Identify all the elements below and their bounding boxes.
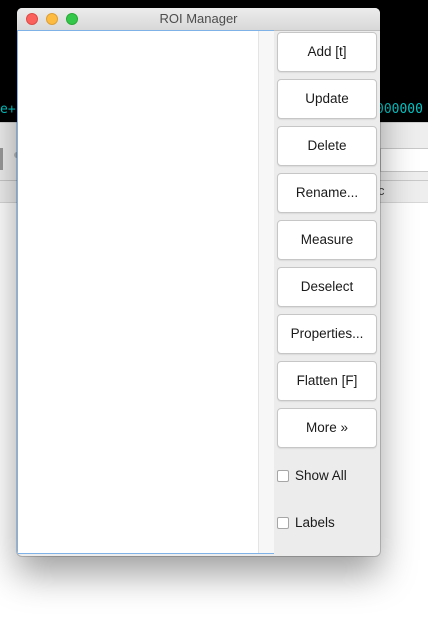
background-text-left: e+ — [0, 102, 16, 117]
show-all-label: Show All — [295, 468, 347, 483]
window-title: ROI Manager — [159, 11, 238, 26]
labels-checkbox[interactable] — [277, 517, 289, 529]
background-input-field[interactable] — [380, 148, 428, 172]
deselect-button[interactable]: Deselect — [277, 267, 377, 307]
title-bar[interactable]: ROI Manager — [17, 8, 380, 31]
show-all-checkbox[interactable] — [277, 470, 289, 482]
more-button[interactable]: More » — [277, 408, 377, 448]
flatten-button[interactable]: Flatten [F] — [277, 361, 377, 401]
roi-list-scrollbar[interactable] — [258, 31, 274, 553]
roi-list[interactable] — [17, 30, 274, 554]
background-control — [0, 148, 3, 170]
update-button[interactable]: Update — [277, 79, 377, 119]
labels-label: Labels — [295, 515, 335, 530]
roi-manager-window: ROI Manager Add [t] Update Delete Rename… — [17, 8, 380, 556]
properties-button[interactable]: Properties... — [277, 314, 377, 354]
delete-button[interactable]: Delete — [277, 126, 377, 166]
add-button[interactable]: Add [t] — [277, 32, 377, 72]
measure-button[interactable]: Measure — [277, 220, 377, 260]
rename-button[interactable]: Rename... — [277, 173, 377, 213]
background-text-right: 000000 — [376, 102, 423, 117]
